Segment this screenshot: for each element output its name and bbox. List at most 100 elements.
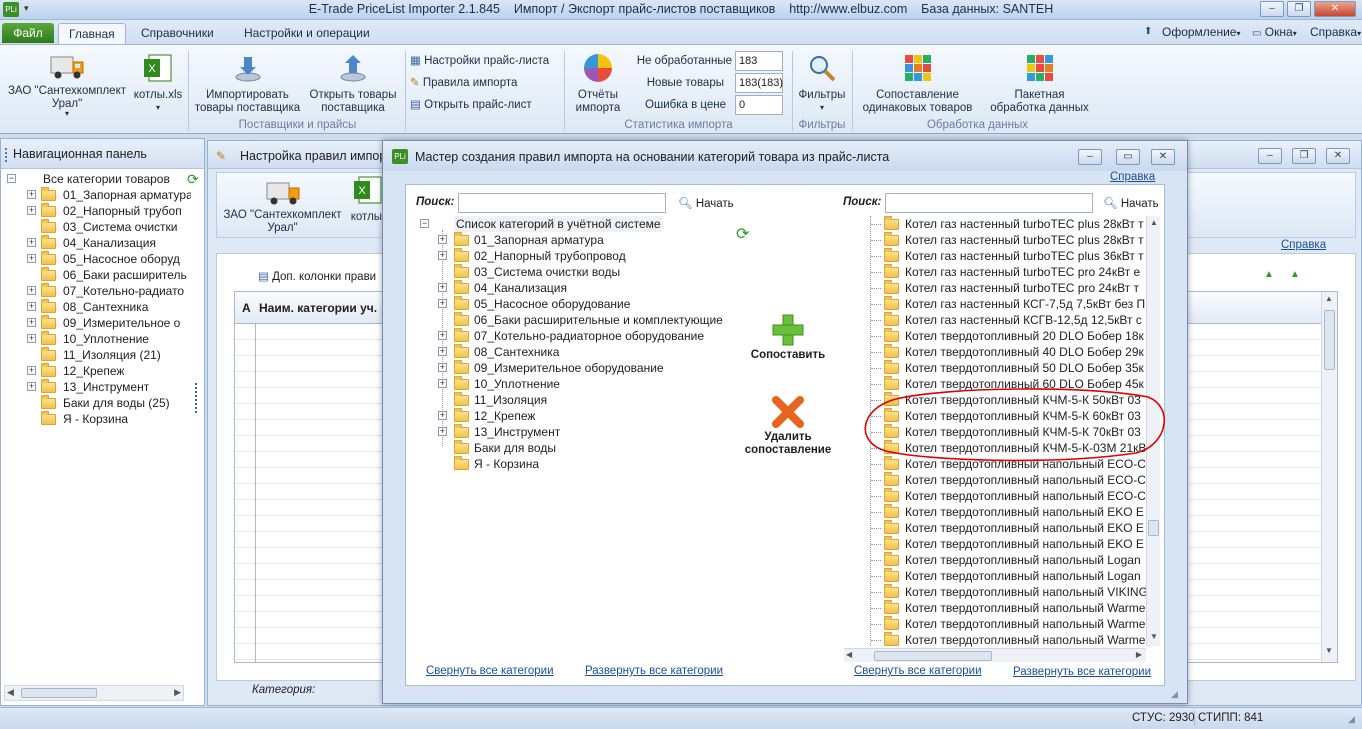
supplier-button[interactable]: ЗАО "Сантехкомплект Урал" ▾ xyxy=(6,53,128,118)
expand-icon[interactable]: + xyxy=(27,318,36,327)
list-item[interactable]: Котел твердотопливный 50 DLO Бобер 35к xyxy=(866,360,1146,376)
tree-item[interactable]: 06_Баки расширитель xyxy=(5,267,191,283)
tree-item[interactable]: +10_Уплотнение xyxy=(418,376,748,392)
import-reports-button[interactable]: Отчёты импорта xyxy=(566,53,630,115)
tree-item[interactable]: +08_Сантехника xyxy=(418,344,748,360)
expand-icon[interactable]: + xyxy=(438,283,447,292)
refresh-icon[interactable]: ⟳ xyxy=(736,224,749,244)
compare-button[interactable]: Сопоставить xyxy=(746,313,830,361)
column-a-header[interactable]: A xyxy=(242,301,251,315)
tree-item[interactable]: +01_Запорная арматура xyxy=(418,232,748,248)
collapse-all-left-link[interactable]: Свернуть все категории xyxy=(426,665,554,677)
minimize-button[interactable]: ‒ xyxy=(1260,1,1284,17)
expand-all-left-link[interactable]: Развернуть все категории xyxy=(585,665,723,677)
tab-references[interactable]: Справочники xyxy=(131,23,224,44)
tree-item[interactable]: +05_Насосное оборуд xyxy=(5,251,191,267)
tab-settings[interactable]: Настройки и операции xyxy=(234,23,380,44)
right-search-input[interactable] xyxy=(885,193,1093,213)
expand-icon[interactable]: + xyxy=(27,366,36,375)
tree-root[interactable]: − Список категорий в учётной системе xyxy=(418,216,748,232)
tab-main[interactable]: Главная xyxy=(58,23,126,44)
collapse-icon[interactable]: − xyxy=(7,174,16,183)
expand-icon[interactable]: + xyxy=(27,238,36,247)
up-down-arrow-icon[interactable]: ▲ xyxy=(1290,269,1300,280)
list-item[interactable]: Котел твердотопливный напольный EKO E xyxy=(866,520,1146,536)
filters-button[interactable]: Фильтры ▾ xyxy=(795,53,849,114)
bgwin-minimize-button[interactable]: ‒ xyxy=(1258,148,1282,164)
list-item[interactable]: Котел газ настенный turboTEC pro 24кВт е xyxy=(866,264,1146,280)
expand-icon[interactable]: + xyxy=(438,299,447,308)
list-item[interactable]: Котел газ настенный turboTEC pro 24кВт т xyxy=(866,280,1146,296)
expand-all-right-link[interactable]: Развернуть все категории xyxy=(1013,666,1151,678)
right-search-button[interactable]: 🔍︎ Начать xyxy=(1103,196,1159,210)
pricelist-settings-item[interactable]: ▦ Настройки прайс-листа xyxy=(410,52,549,70)
column-name-header[interactable]: Наим. категории уч. xyxy=(259,301,377,315)
menu-help[interactable]: Справка▾ xyxy=(1310,25,1361,39)
import-goods-button[interactable]: Импортировать товары поставщика xyxy=(190,53,305,115)
list-item[interactable]: Котел газ настенный КСГ-7,5д 7,5кВт без … xyxy=(866,296,1146,312)
batch-processing-button[interactable]: Пакетная обработка данных xyxy=(982,53,1097,115)
tree-item[interactable]: +12_Крепеж xyxy=(5,363,191,379)
list-item[interactable]: Котел твердотопливный напольный Warme xyxy=(866,600,1146,616)
bgwin-restore-button[interactable]: ❐ xyxy=(1292,148,1316,164)
left-search-input[interactable] xyxy=(458,193,666,213)
tree-item[interactable]: +05_Насосное оборудование xyxy=(418,296,748,312)
delete-compare-button[interactable]: Удалить сопоставление xyxy=(740,395,836,457)
list-item[interactable]: Котел твердотопливный напольный EKO E xyxy=(866,536,1146,552)
resize-grip-icon[interactable]: ◢ xyxy=(1171,689,1178,700)
tree-item[interactable]: +09_Измерительное о xyxy=(5,315,191,331)
menu-design[interactable]: Оформление▾ xyxy=(1162,25,1241,39)
expand-icon[interactable]: + xyxy=(27,254,36,263)
expand-icon[interactable]: + xyxy=(438,411,447,420)
tree-item[interactable]: 06_Баки расширительные и комплектующие xyxy=(418,312,748,328)
bgwin-supplier-button[interactable]: ЗАО "Сантехкомплект Урал" xyxy=(220,179,345,235)
tree-item[interactable]: +02_Напорный трубопровод xyxy=(418,248,748,264)
tree-item[interactable]: Баки для воды (25) xyxy=(5,395,191,411)
list-item[interactable]: Котел твердотопливный напольный ECO-C xyxy=(866,472,1146,488)
list-item[interactable]: Котел твердотопливный напольный Warme xyxy=(866,616,1146,632)
tree-item[interactable]: +10_Уплотнение xyxy=(5,331,191,347)
tree-item[interactable]: +07_Котельно-радиато xyxy=(5,283,191,299)
wizard-help-link[interactable]: Справка xyxy=(1110,171,1155,183)
splitter-handle[interactable] xyxy=(195,383,198,413)
expand-icon[interactable]: + xyxy=(438,379,447,388)
menu-windows[interactable]: ▭ Окна▾ xyxy=(1252,25,1297,39)
refresh-icon[interactable]: ⟳ xyxy=(187,171,199,188)
list-item[interactable]: Котел газ настенный КСГВ-12,5д 12,5кВт с xyxy=(866,312,1146,328)
list-item[interactable]: Котел твердотопливный напольный Warme xyxy=(866,632,1146,648)
bgwin-help-link[interactable]: Справка xyxy=(1281,239,1326,251)
tree-item[interactable]: +12_Крепеж xyxy=(418,408,748,424)
expand-icon[interactable]: + xyxy=(27,190,36,199)
resize-grip-icon[interactable]: ◢ xyxy=(1348,714,1355,725)
collapse-all-right-link[interactable]: Свернуть все категории xyxy=(854,665,982,677)
tree-item[interactable]: +04_Канализация xyxy=(418,280,748,296)
list-item[interactable]: Котел газ настенный turboTEC plus 36кВт … xyxy=(866,248,1146,264)
wizard-close-button[interactable]: ✕ xyxy=(1151,149,1175,165)
list-item[interactable]: Котел твердотопливный напольный EKO E xyxy=(866,504,1146,520)
close-button[interactable]: ✕ xyxy=(1314,1,1356,17)
tab-file[interactable]: Файл xyxy=(2,23,54,43)
tree-item[interactable]: +08_Сантехника xyxy=(5,299,191,315)
bgwin-close-button[interactable]: ✕ xyxy=(1326,148,1350,164)
tree-root[interactable]: − Все категории товаров xyxy=(5,171,191,187)
expand-icon[interactable]: + xyxy=(27,334,36,343)
grid-vertical-scrollbar[interactable]: ▲ ▼ xyxy=(1321,292,1337,662)
list-item[interactable]: Котел твердотопливный напольный Logan xyxy=(866,552,1146,568)
list-item[interactable]: Котел твердотопливный напольный ECO-C xyxy=(866,488,1146,504)
tree-item[interactable]: +01_Запорная арматура xyxy=(5,187,191,203)
expand-icon[interactable]: + xyxy=(438,347,447,356)
expand-icon[interactable]: + xyxy=(438,235,447,244)
right-list-horizontal-scrollbar[interactable]: ◀ ▶ xyxy=(844,648,1146,662)
open-pricelist-item[interactable]: ▤ Открыть прайс-лист xyxy=(410,96,532,114)
tree-item[interactable]: +13_Инструмент xyxy=(418,424,748,440)
compare-same-goods-button[interactable]: Сопоставление одинаковых товаров xyxy=(855,53,980,115)
expand-icon[interactable]: + xyxy=(27,382,36,391)
extra-columns-button[interactable]: ▤ Доп. колонки прави xyxy=(258,269,376,283)
expand-icon[interactable]: + xyxy=(438,331,447,340)
list-item[interactable]: Котел твердотопливный 20 DLO Бобер 18к xyxy=(866,328,1146,344)
horizontal-scrollbar[interactable]: ◀ ▶ xyxy=(4,685,184,701)
tree-item[interactable]: +09_Измерительное оборудование xyxy=(418,360,748,376)
maximize-button[interactable]: ❐ xyxy=(1287,1,1311,17)
tree-item[interactable]: +07_Котельно-радиаторное оборудование xyxy=(418,328,748,344)
tree-item[interactable]: +02_Напорный трубоп xyxy=(5,203,191,219)
